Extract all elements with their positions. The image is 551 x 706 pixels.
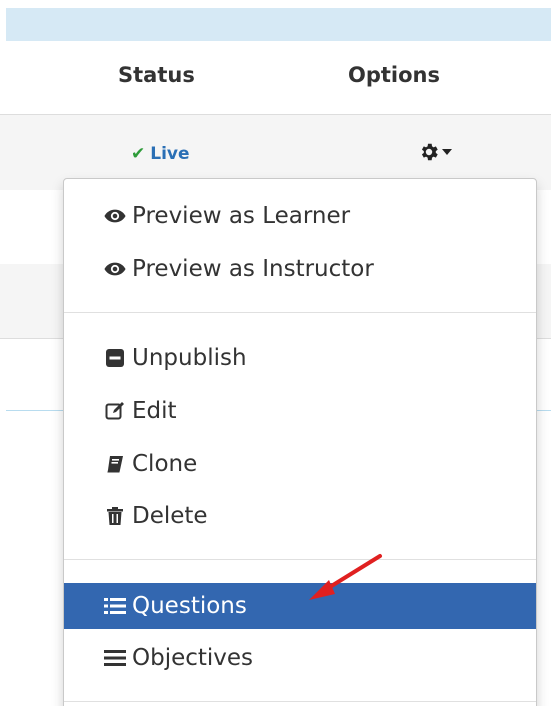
table-header-row: Status Options	[0, 41, 551, 116]
menu-item-label: Delete	[132, 503, 208, 529]
list-icon	[104, 597, 126, 615]
book-icon	[104, 454, 126, 474]
menu-divider	[64, 701, 536, 702]
status-label: Live	[150, 144, 190, 164]
menu-item-label: Unpublish	[132, 345, 247, 371]
check-icon: ✔	[131, 144, 146, 164]
eye-icon	[104, 208, 126, 224]
menu-item-label: Preview as Instructor	[132, 256, 374, 282]
status-column-header: Status	[118, 63, 195, 87]
menu-item-preview-as-learner[interactable]: Preview as Learner	[64, 194, 536, 238]
course-table-page: Status Options ✔ Live Preview as Learner …	[0, 0, 551, 706]
eye-icon	[104, 261, 126, 277]
menu-item-questions[interactable]: Questions	[64, 583, 536, 629]
table-top-bar	[6, 8, 551, 41]
status-badge: ✔ Live	[131, 144, 190, 164]
options-gear-button[interactable]	[418, 139, 452, 165]
caret-down-icon	[442, 149, 452, 155]
menu-divider	[64, 559, 536, 560]
menu-item-label: Clone	[132, 451, 198, 477]
options-dropdown-menu: Preview as Learner Preview as Instructor…	[63, 178, 537, 706]
trash-icon	[104, 506, 126, 526]
minus-square-icon	[104, 348, 126, 368]
menu-item-edit[interactable]: Edit	[64, 389, 536, 433]
menu-item-preview-as-instructor[interactable]: Preview as Instructor	[64, 247, 536, 291]
menu-item-unpublish[interactable]: Unpublish	[64, 336, 536, 380]
options-column-header: Options	[348, 63, 440, 87]
bars-icon	[104, 649, 126, 667]
menu-item-label: Objectives	[132, 645, 254, 671]
gear-icon	[421, 143, 438, 161]
menu-divider	[64, 312, 536, 313]
menu-item-label: Preview as Learner	[132, 203, 351, 229]
edit-icon	[104, 401, 126, 421]
menu-item-label: Edit	[132, 398, 177, 424]
menu-item-delete[interactable]: Delete	[64, 494, 536, 538]
menu-item-objectives[interactable]: Objectives	[64, 636, 536, 680]
menu-item-clone[interactable]: Clone	[64, 442, 536, 486]
menu-item-label: Questions	[132, 593, 247, 619]
